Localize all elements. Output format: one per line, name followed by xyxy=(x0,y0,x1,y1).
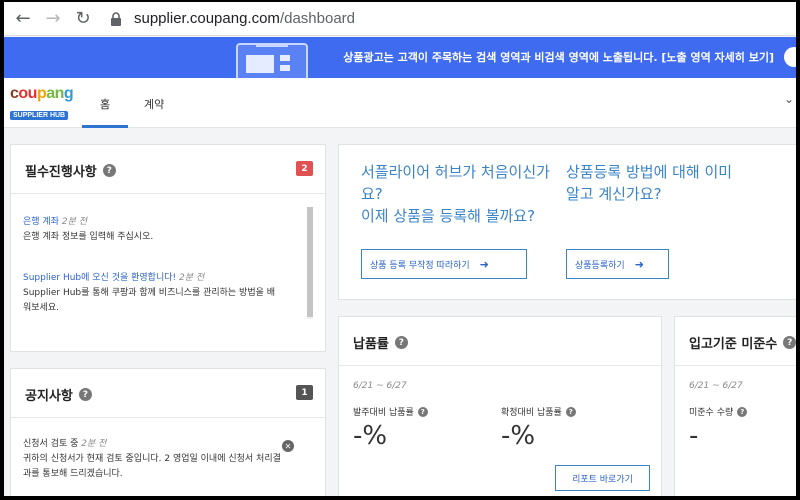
card-title-notices: 공지사항? xyxy=(25,385,92,404)
welcome-card: 서플라이어 허브가 처음이신가요? 이제 상품을 등록해 볼까요? 상품 등록 … xyxy=(338,144,796,300)
divider xyxy=(339,365,663,366)
banner-text[interactable]: 상품광고는 고객이 주목하는 검색 영역과 비검색 영역에 노출됩니다. [노출… xyxy=(343,49,774,65)
active-tab-indicator xyxy=(82,125,128,128)
divider xyxy=(11,193,327,194)
help-icon[interactable]: ? xyxy=(417,406,428,417)
required-actions-card: 필수진행사항? 2 은행 계좌 2분 전 은행 계좌 정보를 입력해 주십시오.… xyxy=(10,144,327,352)
tab-contract[interactable]: 계약 xyxy=(144,96,164,112)
help-icon[interactable]: ? xyxy=(394,336,408,349)
register-guide-button[interactable]: 상품 등록 무작정 따라하기 ➜ xyxy=(361,249,527,279)
close-icon[interactable]: ✕ xyxy=(282,440,294,452)
metric-label-miss: 미준수 수량? xyxy=(689,405,748,418)
browser-window: ← → ↻ supplier.coupang.com/dashboard 상품광… xyxy=(4,2,796,496)
arrow-right-icon: ➜ xyxy=(634,257,644,271)
help-icon[interactable]: ? xyxy=(783,336,796,349)
list-item[interactable]: 신청서 검토 중 2분 전 귀하의 신청서가 현재 검토 중입니다. 2 영업일… xyxy=(23,437,281,482)
notices-card: 공지사항? 1 신청서 검토 중 2분 전 귀하의 신청서가 현재 검토 중입니… xyxy=(10,368,327,496)
address-bar[interactable]: supplier.coupang.com/dashboard xyxy=(134,10,355,27)
notice-title: 신청서 검토 중 xyxy=(23,439,79,449)
forward-arrow-icon[interactable]: → xyxy=(42,8,64,30)
notice-body: 귀하의 신청서가 현재 검토 중입니다. 2 영업일 이내에 신청서 처리결과를… xyxy=(23,454,281,479)
register-product-button[interactable]: 상품등록하기 ➜ xyxy=(566,249,669,279)
notice-time: 2분 전 xyxy=(179,273,205,283)
promo-banner[interactable]: 상품광고는 고객이 주목하는 검색 영역과 비검색 영역에 노출됩니다. [노출… xyxy=(4,37,796,78)
metric-value-confirmed: -% xyxy=(501,421,536,451)
notices-count-badge: 1 xyxy=(296,385,313,400)
card-title-delivery: 납품률? xyxy=(353,333,408,352)
notice-link[interactable]: 은행 계좌 xyxy=(23,217,59,227)
date-range: 6/21 ~ 6/27 xyxy=(353,381,407,391)
monitor-illustration-icon xyxy=(236,43,308,78)
url-host: supplier.coupang.com xyxy=(134,10,280,27)
back-arrow-icon[interactable]: ← xyxy=(12,8,34,30)
inbound-compliance-card: 입고기준 미준수? 6/21 ~ 6/27 미준수 수량? - xyxy=(674,316,796,496)
scrollbar-thumb[interactable] xyxy=(307,207,313,317)
notice-time: 2분 전 xyxy=(61,217,88,227)
logo-wordmark: coupang xyxy=(10,85,74,102)
notice-time: 2분 전 xyxy=(81,439,107,449)
metric-value-miss: - xyxy=(689,421,699,451)
chevron-down-icon[interactable]: ⌄ xyxy=(784,92,794,106)
app-header: coupang SUPPLIER HUB 홈 계약 ⌄ xyxy=(4,78,796,128)
welcome-question-existing: 상품등록 방법에 대해 이미 알고 계신가요? xyxy=(566,163,733,203)
metric-label-order: 발주대비 납품률? xyxy=(353,405,428,418)
help-icon[interactable]: ? xyxy=(78,388,92,401)
reload-icon[interactable]: ↻ xyxy=(72,8,94,30)
help-icon[interactable]: ? xyxy=(565,406,576,417)
arrow-right-icon: ➜ xyxy=(479,257,489,271)
tab-home[interactable]: 홈 xyxy=(100,96,110,112)
card-title-inbound: 입고기준 미준수? xyxy=(689,333,796,352)
divider xyxy=(11,417,327,418)
scrollbar[interactable] xyxy=(307,207,313,319)
url-path: /dashboard xyxy=(279,10,355,27)
notice-body: 은행 계좌 정보를 입력해 주십시오. xyxy=(23,232,154,242)
date-range: 6/21 ~ 6/27 xyxy=(689,381,743,391)
metric-value-order: -% xyxy=(353,421,388,451)
notice-link[interactable]: Supplier Hub에 오신 것을 환영합니다! xyxy=(23,273,176,283)
list-item[interactable]: Supplier Hub에 오신 것을 환영합니다! 2분 전 Supplier… xyxy=(23,271,281,316)
delivery-rate-card: 납품률? 6/21 ~ 6/27 발주대비 납품률? -% 확정대비 납품률? … xyxy=(338,316,663,496)
required-count-badge: 2 xyxy=(296,161,313,176)
report-button[interactable]: 리포트 바로가기 xyxy=(555,465,650,491)
card-title-required: 필수진행사항? xyxy=(25,161,116,180)
list-item[interactable]: 은행 계좌 2분 전 은행 계좌 정보를 입력해 주십시오. xyxy=(23,215,293,245)
lock-icon xyxy=(110,11,124,26)
metric-label-confirmed: 확정대비 납품률? xyxy=(501,405,576,418)
coupang-logo[interactable]: coupang SUPPLIER HUB xyxy=(10,85,74,121)
banner-close-icon[interactable] xyxy=(784,47,796,67)
logo-badge: SUPPLIER HUB xyxy=(10,111,69,120)
divider xyxy=(675,365,796,366)
browser-toolbar: ← → ↻ supplier.coupang.com/dashboard xyxy=(4,2,796,36)
help-icon[interactable]: ? xyxy=(102,164,116,177)
help-icon[interactable]: ? xyxy=(737,406,748,417)
welcome-question-new: 서플라이어 허브가 처음이신가요? 이제 상품을 등록해 볼까요? xyxy=(361,163,550,225)
notice-body: Supplier Hub를 통해 쿠팡과 함께 비즈니스를 관리하는 방법을 배… xyxy=(23,288,276,313)
